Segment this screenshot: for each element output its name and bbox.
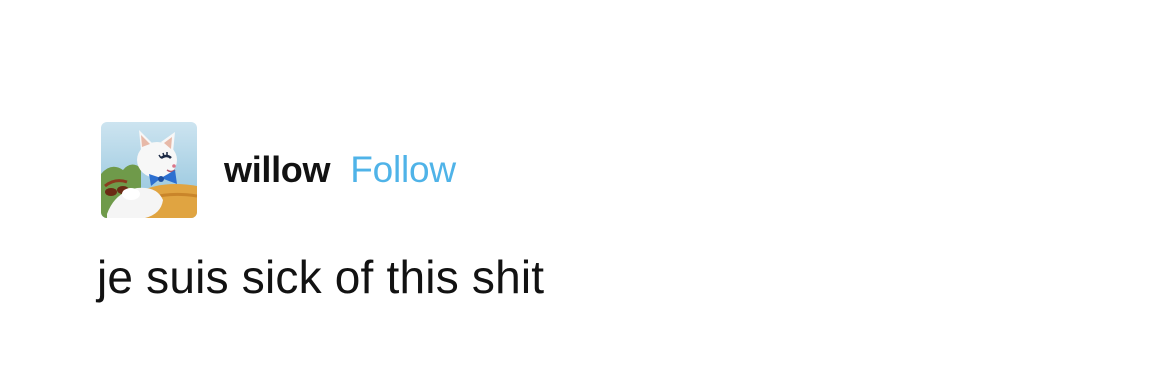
- username[interactable]: willow: [224, 149, 331, 191]
- post-text: je suis sick of this shit: [97, 251, 545, 303]
- post-card: willow Follow je suis sick of this shit: [0, 0, 1158, 386]
- post-header: willow Follow: [101, 122, 456, 218]
- cartoon-cat-avatar-icon: [101, 122, 197, 218]
- avatar[interactable]: [101, 122, 197, 218]
- follow-button[interactable]: Follow: [350, 149, 456, 191]
